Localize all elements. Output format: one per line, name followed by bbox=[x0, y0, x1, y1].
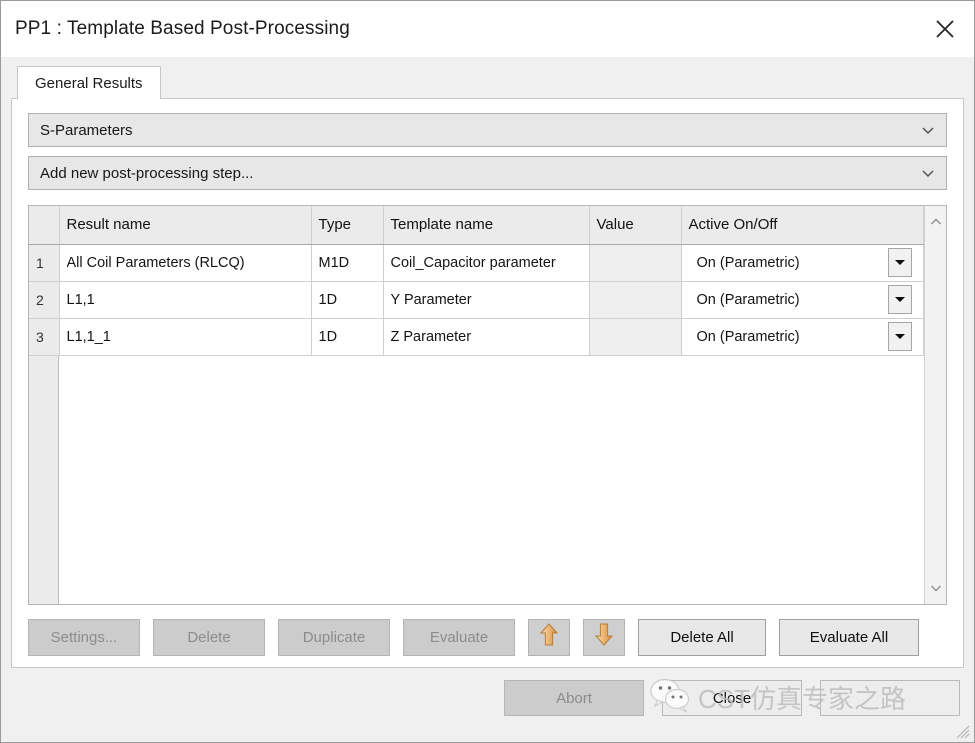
cell-text: M1D bbox=[319, 255, 376, 271]
delete-all-button[interactable]: Delete All bbox=[638, 619, 766, 656]
cell-type[interactable]: 1D bbox=[311, 281, 383, 318]
vertical-scrollbar[interactable] bbox=[924, 206, 946, 604]
page-title: PP1 : Template Based Post-Processing bbox=[15, 18, 350, 40]
row-number: 2 bbox=[29, 281, 59, 318]
post-processing-dialog: PP1 : Template Based Post-Processing Gen… bbox=[0, 0, 975, 743]
chevron-up-icon[interactable] bbox=[925, 212, 947, 232]
move-down-button[interactable] bbox=[583, 619, 625, 656]
cell-type[interactable]: 1D bbox=[311, 318, 383, 355]
cell-result-name[interactable]: L1,1 bbox=[59, 281, 311, 318]
cell-text: 1D bbox=[319, 329, 376, 345]
cell-result-name[interactable]: All Coil Parameters (RLCQ) bbox=[59, 244, 311, 281]
dropdown-arrow-icon[interactable] bbox=[888, 285, 912, 314]
tab-panel-general-results: S-Parameters Add new post-processing ste… bbox=[11, 98, 964, 668]
arrow-up-icon bbox=[539, 622, 559, 652]
table-empty-area bbox=[29, 356, 924, 605]
cell-active[interactable]: On (Parametric) bbox=[681, 318, 924, 355]
evaluate-button[interactable]: Evaluate bbox=[403, 619, 515, 656]
chevron-down-icon[interactable] bbox=[925, 578, 947, 598]
column-header-value[interactable]: Value bbox=[589, 206, 681, 244]
column-header-active-on-off[interactable]: Active On/Off bbox=[681, 206, 924, 244]
active-value: On (Parametric) bbox=[689, 329, 889, 345]
active-value: On (Parametric) bbox=[689, 255, 889, 271]
table-row[interactable]: 2 L1,1 1D Y Parameter On (Parametric) bbox=[29, 281, 924, 318]
table-rows: 1 All Coil Parameters (RLCQ) M1D Coil_Ca… bbox=[29, 244, 924, 355]
add-step-value: Add new post-processing step... bbox=[40, 165, 920, 182]
table-row[interactable]: 1 All Coil Parameters (RLCQ) M1D Coil_Ca… bbox=[29, 244, 924, 281]
result-type-value: S-Parameters bbox=[40, 122, 920, 139]
cell-text: L1,1 bbox=[67, 292, 304, 308]
title-bar: PP1 : Template Based Post-Processing bbox=[1, 1, 974, 57]
arrow-down-icon bbox=[594, 622, 614, 652]
cell-text: All Coil Parameters (RLCQ) bbox=[67, 255, 304, 271]
empty-rows-area bbox=[59, 356, 924, 605]
row-number: 1 bbox=[29, 244, 59, 281]
add-step-combobox[interactable]: Add new post-processing step... bbox=[28, 156, 947, 190]
dialog-footer: Abort Close bbox=[1, 668, 974, 742]
active-value: On (Parametric) bbox=[689, 292, 889, 308]
table-header-row: Result name Type Template name Value Act… bbox=[29, 206, 924, 244]
results-table-body: Result name Type Template name Value Act… bbox=[29, 206, 924, 604]
tab-strip: General Results bbox=[11, 65, 964, 98]
close-icon[interactable] bbox=[916, 1, 974, 57]
column-header-result-name[interactable]: Result name bbox=[59, 206, 311, 244]
gutter-filler bbox=[29, 356, 59, 605]
cell-value[interactable] bbox=[589, 281, 681, 318]
table-row[interactable]: 3 L1,1_1 1D Z Parameter On (Parametric) bbox=[29, 318, 924, 355]
cell-active[interactable]: On (Parametric) bbox=[681, 281, 924, 318]
resize-grip-icon[interactable] bbox=[956, 725, 970, 739]
cell-result-name[interactable]: L1,1_1 bbox=[59, 318, 311, 355]
help-button[interactable] bbox=[820, 680, 960, 716]
cell-text: L1,1_1 bbox=[67, 329, 304, 345]
cell-value[interactable] bbox=[589, 318, 681, 355]
results-table: Result name Type Template name Value Act… bbox=[28, 205, 947, 605]
cell-text: 1D bbox=[319, 292, 376, 308]
delete-button[interactable]: Delete bbox=[153, 619, 265, 656]
column-header-type[interactable]: Type bbox=[311, 206, 383, 244]
cell-text: Z Parameter bbox=[391, 329, 582, 345]
move-up-button[interactable] bbox=[528, 619, 570, 656]
dropdown-arrow-icon[interactable] bbox=[888, 248, 912, 277]
settings-button[interactable]: Settings... bbox=[28, 619, 140, 656]
dialog-body: General Results S-Parameters Add new pos… bbox=[1, 57, 974, 668]
dropdown-arrow-icon[interactable] bbox=[888, 322, 912, 351]
row-number: 3 bbox=[29, 318, 59, 355]
cell-active[interactable]: On (Parametric) bbox=[681, 244, 924, 281]
cell-template-name[interactable]: Coil_Capacitor parameter bbox=[383, 244, 589, 281]
result-type-combobox[interactable]: S-Parameters bbox=[28, 113, 947, 147]
cell-text: Coil_Capacitor parameter bbox=[391, 255, 582, 271]
abort-button[interactable]: Abort bbox=[504, 680, 644, 716]
duplicate-button[interactable]: Duplicate bbox=[278, 619, 390, 656]
tab-general-results[interactable]: General Results bbox=[17, 66, 161, 99]
cell-value[interactable] bbox=[589, 244, 681, 281]
column-header-template-name[interactable]: Template name bbox=[383, 206, 589, 244]
chevron-down-icon bbox=[920, 165, 936, 181]
cell-text: Y Parameter bbox=[391, 292, 582, 308]
cell-template-name[interactable]: Z Parameter bbox=[383, 318, 589, 355]
tab-label: General Results bbox=[35, 75, 143, 92]
column-header-gutter bbox=[29, 206, 59, 244]
close-button[interactable]: Close bbox=[662, 680, 802, 716]
cell-type[interactable]: M1D bbox=[311, 244, 383, 281]
cell-template-name[interactable]: Y Parameter bbox=[383, 281, 589, 318]
chevron-down-icon bbox=[920, 122, 936, 138]
action-button-bar: Settings... Delete Duplicate Evaluate bbox=[28, 605, 947, 667]
evaluate-all-button[interactable]: Evaluate All bbox=[779, 619, 919, 656]
